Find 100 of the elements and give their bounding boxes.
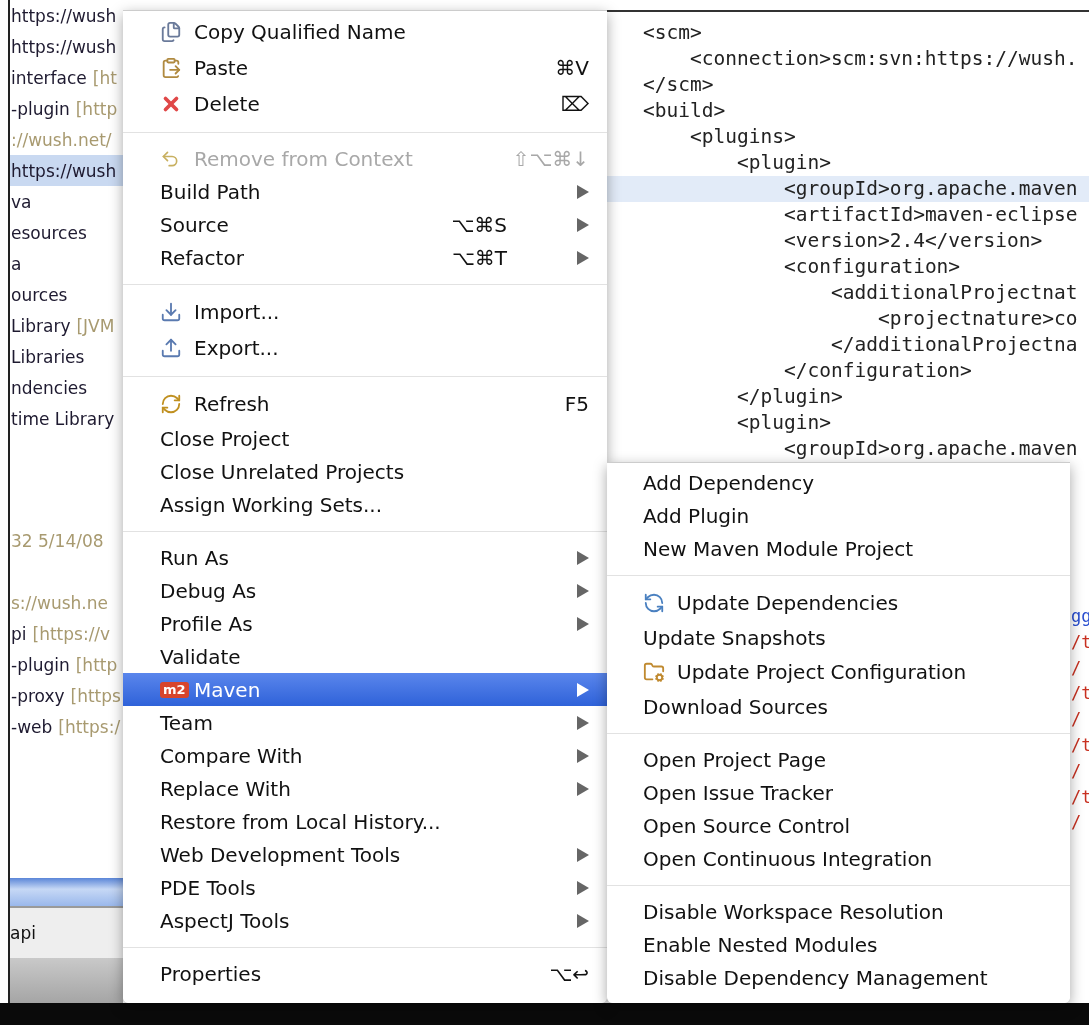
submenu-arrow-icon (577, 847, 589, 862)
submenu-arrow-icon (577, 913, 589, 928)
menu-item[interactable]: Source ⌥⌘S (123, 208, 607, 241)
code-line: </configuration> (783, 358, 973, 384)
submenu-arrow-icon (577, 880, 589, 895)
tree-item[interactable]: https://wush (10, 31, 123, 62)
tree-item[interactable]: esources (10, 217, 123, 248)
menu-item[interactable]: Import... (123, 294, 607, 330)
tree-item[interactable]: https://wush (10, 155, 123, 186)
tree-item[interactable]: interface [ht (10, 62, 123, 93)
menu-item[interactable]: PDE Tools (123, 871, 607, 904)
tree-item[interactable]: https://wush (10, 0, 123, 31)
paste-icon (160, 57, 182, 79)
copy-icon (160, 21, 182, 43)
code-fragment: / (1071, 708, 1083, 732)
code-fragment: /t (1071, 785, 1089, 809)
tree-item[interactable]: -plugin [http (10, 93, 123, 124)
submenu-arrow-icon (577, 250, 589, 265)
refresh-icon (643, 592, 665, 614)
menu-item[interactable]: Close Unrelated Projects (123, 455, 607, 488)
code-line: </additionalProjectna (830, 332, 1079, 358)
menu-item[interactable]: Open Continuous Integration (607, 842, 1070, 875)
menu-item[interactable]: Disable Workspace Resolution (607, 895, 1070, 928)
code-line: <groupId>org.apache.maven (783, 436, 1079, 462)
code-line: </plugin> (736, 384, 844, 410)
submenu-arrow-icon (577, 616, 589, 631)
menu-item[interactable]: Paste ⌘V (123, 50, 607, 86)
code-line: <connection>scm:svn:https://wush. (689, 46, 1079, 72)
tree-item[interactable]: ndencies (10, 372, 123, 403)
menu-item[interactable]: Open Source Control (607, 809, 1070, 842)
menu-item[interactable]: Profile As (123, 607, 607, 640)
code-fragment: /t (1071, 734, 1089, 757)
menu-item[interactable]: Refresh F5 (123, 386, 607, 422)
menu-item[interactable]: Validate (123, 640, 607, 673)
menu-item[interactable]: Properties ⌥↩ (123, 957, 607, 990)
tree-item[interactable]: -web [https:/ (10, 711, 123, 742)
export-icon (160, 337, 182, 359)
tree-item[interactable]: pi [https://v (10, 618, 123, 649)
menu-item[interactable]: Update Project Configuration (607, 654, 1070, 690)
code-line: <configuration> (783, 254, 962, 280)
view-tab[interactable]: api (10, 908, 123, 958)
submenu-arrow-icon (577, 217, 589, 232)
submenu-arrow-icon (577, 583, 589, 598)
tree-item[interactable]: Library [JVM (10, 310, 123, 341)
menu-item[interactable]: Close Project (123, 422, 607, 455)
submenu-arrow-icon (577, 184, 589, 199)
menu-item[interactable]: Add Plugin (607, 499, 1070, 532)
menu-item[interactable]: Update Dependencies (607, 585, 1070, 621)
code-fragment: / (1071, 811, 1083, 835)
maven-icon: m2 (160, 681, 189, 698)
menu-item[interactable]: Replace With (123, 772, 607, 805)
menu-item[interactable]: Debug As (123, 574, 607, 607)
code-line: <version>2.4</version> (783, 228, 1044, 254)
code-line: <plugin> (736, 410, 832, 436)
menu-item[interactable]: Export... (123, 330, 607, 366)
code-line: </scm> (642, 72, 715, 98)
code-line: <plugin> (736, 150, 832, 176)
tree-item[interactable]: time Library (10, 403, 123, 434)
submenu-arrow-icon (577, 748, 589, 763)
code-fragment: / (1071, 656, 1083, 680)
menu-item[interactable]: AspectJ Tools (123, 904, 607, 937)
code-line: <additionalProjectnat (830, 280, 1079, 306)
code-line: <scm> (642, 20, 703, 46)
code-fragment: /t (1071, 630, 1089, 654)
menu-item[interactable]: Delete ⌦ (123, 86, 607, 122)
menu-item[interactable]: Update Snapshots (607, 621, 1070, 654)
tree-item[interactable]: a (10, 248, 123, 279)
menu-item[interactable]: Run As (123, 541, 607, 574)
code-fragment: / (1071, 759, 1083, 783)
code-line: <projectnature>co (877, 306, 1079, 332)
submenu-arrow-icon (577, 682, 589, 697)
menu-item[interactable]: New Maven Module Project (607, 532, 1070, 565)
menu-item[interactable]: Compare With (123, 739, 607, 772)
menu-item[interactable]: Open Issue Tracker (607, 776, 1070, 809)
menu-item[interactable]: Enable Nested Modules (607, 928, 1070, 961)
code-line: <build> (642, 98, 727, 124)
menu-item[interactable]: Open Project Page (607, 743, 1070, 776)
menu-item[interactable]: Copy Qualified Name (123, 14, 607, 50)
submenu-arrow-icon (577, 715, 589, 730)
tree-item[interactable]: ources (10, 279, 123, 310)
menu-item[interactable]: m2 Maven (123, 673, 607, 706)
menu-item[interactable]: Team (123, 706, 607, 739)
tree-item[interactable]: Libraries (10, 341, 123, 372)
menu-item[interactable]: Refactor ⌥⌘T (123, 241, 607, 274)
tree-item[interactable]: -proxy [https (10, 680, 123, 711)
tree-item[interactable]: -plugin [http (10, 649, 123, 680)
code-line: <plugins> (689, 124, 797, 150)
menu-item[interactable]: Restore from Local History... (123, 805, 607, 838)
tree-item[interactable]: va (10, 186, 123, 217)
menu-item[interactable]: Assign Working Sets... (123, 488, 607, 521)
menu-item[interactable]: Disable Dependency Management (607, 961, 1070, 994)
menu-item[interactable]: Download Sources (607, 690, 1070, 723)
menu-item[interactable]: Web Development Tools (123, 838, 607, 871)
code-fragment: gg (1071, 605, 1089, 628)
menu-item[interactable]: Add Dependency (607, 466, 1070, 499)
import-icon (160, 301, 182, 323)
submenu-arrow-icon (577, 550, 589, 565)
menu-item[interactable]: Build Path (123, 175, 607, 208)
submenu-arrow-icon (577, 781, 589, 796)
undo-icon (160, 148, 180, 169)
